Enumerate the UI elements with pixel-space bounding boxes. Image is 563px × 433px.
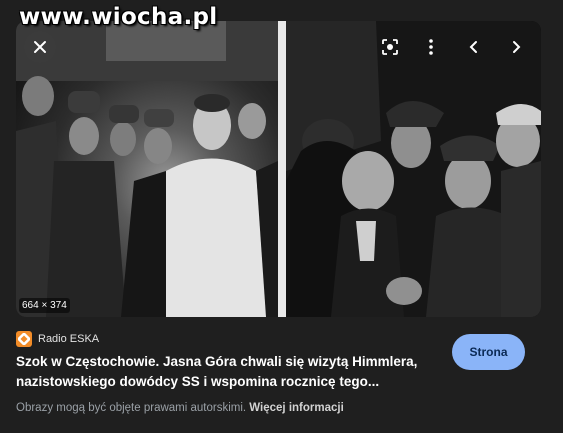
photo-left: 664 × 374: [16, 21, 278, 317]
more-options-button[interactable]: [419, 35, 443, 59]
lens-icon: [382, 39, 398, 55]
photo-right-figures: [286, 21, 541, 317]
image-preview[interactable]: 664 × 374: [16, 21, 541, 317]
photo-right: [286, 21, 541, 317]
source-name: Radio ESKA: [38, 333, 100, 345]
radio-eska-favicon: [16, 331, 32, 347]
copyright-notice: Obrazy mogą być objęte prawami autorskim…: [16, 402, 344, 414]
photo-divider: [278, 21, 286, 317]
next-image-button[interactable]: [504, 35, 528, 59]
close-icon: [34, 41, 46, 53]
watermark: www.wiocha.pl: [19, 4, 218, 30]
close-button[interactable]: [24, 31, 56, 63]
result-title-line-2: nazistowskiego dowódcy SS i wspomina roc…: [16, 374, 380, 389]
image-dimensions: 664 × 374: [19, 298, 70, 313]
chevron-left-icon: [469, 41, 477, 53]
visit-page-button[interactable]: Strona: [452, 334, 525, 370]
lens-button[interactable]: [378, 35, 402, 59]
source-link[interactable]: Radio ESKA: [16, 331, 99, 347]
result-title-line-1: Szok w Częstochowie. Jasna Góra chwali s…: [16, 354, 418, 369]
more-vert-icon: [429, 39, 433, 55]
photo-left-figures: [16, 21, 278, 317]
previous-image-button[interactable]: [462, 35, 486, 59]
chevron-right-icon: [513, 41, 521, 53]
more-info-link[interactable]: Więcej informacji: [249, 402, 343, 414]
copyright-text: Obrazy mogą być objęte prawami autorskim…: [16, 402, 247, 414]
result-title[interactable]: Szok w Częstochowie. Jasna Góra chwali s…: [16, 352, 436, 392]
radio-eska-logo-icon: [18, 333, 30, 345]
